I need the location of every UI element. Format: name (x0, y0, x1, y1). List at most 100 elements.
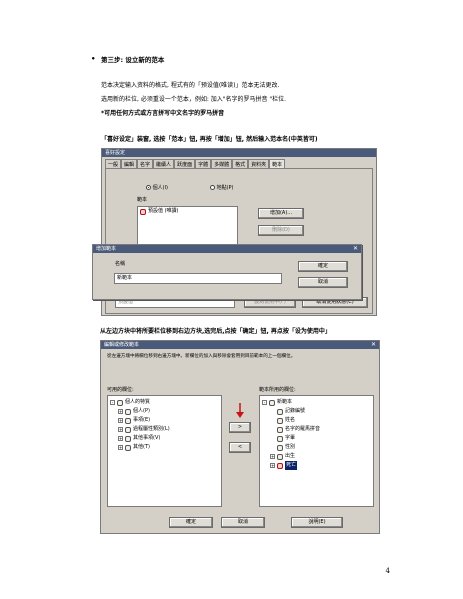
expand-icon[interactable]: + (118, 445, 123, 450)
tab-name[interactable]: 名字 (137, 159, 154, 168)
tab-edit[interactable]: 編輯 (121, 159, 138, 168)
radio-personal-option[interactable]: 個人(I) (146, 184, 168, 191)
radio-personal-label: 個人(I) (152, 185, 168, 191)
add-field-button[interactable]: > (229, 422, 251, 433)
ok-button[interactable]: 確定 (298, 261, 348, 272)
person-icon (125, 408, 131, 415)
page-number: 4 (385, 567, 390, 575)
tree-node-label: 其他(T) (133, 444, 150, 450)
field-icon (277, 444, 283, 451)
tree-node-label: 記錄編號 (285, 408, 306, 414)
expand-icon[interactable]: + (118, 427, 123, 432)
field-icon (277, 435, 283, 442)
tab-font[interactable]: 字體 (195, 159, 212, 168)
person-icon (125, 444, 131, 451)
remove-field-button[interactable]: < (229, 442, 251, 453)
field-icon (277, 426, 283, 433)
tab-general[interactable]: 一般 (105, 159, 122, 168)
tree-node-label: 姓名 (285, 417, 296, 423)
instruction-2: 从左边方块中将所要栏位移到右边方块,选完后,点按「确定」钮, 再点按「设为使用中… (100, 328, 331, 335)
template-item-label: 預設值 (唯讀) (148, 208, 179, 214)
tab-multimedia[interactable]: 多媒體 (211, 159, 233, 168)
radio-personal[interactable] (146, 185, 151, 190)
tree-node[interactable]: + 其他(T) (108, 443, 221, 452)
paragraph-line-2: 选用新的栏位, 必须重设一个范本，例如: 加入"名字的罗马拼音 "栏位. (101, 96, 287, 103)
radio-place-label: 地點(P) (216, 185, 234, 191)
tree-node-label: 其他事項(V) (133, 435, 161, 441)
tree-node[interactable]: + 其他事項(V) (108, 434, 221, 443)
person-icon (140, 208, 146, 215)
field-icon (277, 417, 283, 424)
tree-node-label: 出生 (285, 453, 296, 459)
template-list-item[interactable]: 預設值 (唯讀) (138, 207, 237, 216)
tree-node[interactable]: + 過程屬性類別(L) (108, 425, 221, 434)
tab-folder[interactable]: 資料夾 (248, 159, 270, 168)
radio-place[interactable] (210, 185, 215, 190)
tree-node-label: 事項(E) (133, 417, 151, 423)
preferences-window: 喜好設定 一般 編輯 名字 繼續人 跃度面 字體 多媒體 格式 資料夾 範本 個… (92, 148, 377, 316)
expand-icon[interactable]: + (270, 463, 275, 468)
tree-node-label: 字輩 (285, 435, 296, 441)
tab-template[interactable]: 範本 (269, 159, 286, 168)
tree-node[interactable]: 名字的羅馬拼音 (260, 425, 373, 434)
tree-node[interactable]: 性別 (260, 443, 373, 452)
preferences-titlebar: 喜好設定 (102, 149, 376, 157)
close-icon[interactable]: ✕ (371, 341, 376, 349)
tree-node[interactable]: 記錄編號 (260, 407, 373, 416)
collapse-icon[interactable]: - (110, 400, 115, 405)
tree-node[interactable]: 字輩 (260, 434, 373, 443)
tree-node[interactable]: + 出生 (260, 452, 373, 461)
instruction-1: 「喜好设定」装窗, 选按「范本」钮, 再按「增加」钮, 然后输入范本名(中英皆可… (101, 136, 318, 143)
person-icon (125, 426, 131, 433)
template-name-input[interactable]: 新範本 (114, 273, 282, 284)
person-icon (117, 399, 123, 406)
tree-node[interactable]: - 個人的特質 (108, 398, 221, 407)
person-icon (269, 399, 275, 406)
add-template-button[interactable]: 增加(A)... (258, 208, 304, 219)
tree-node-label: 名字的羅馬拼音 (285, 426, 321, 432)
template-group-label: 範本 (137, 197, 148, 203)
bullet: • (91, 55, 96, 63)
tree-node[interactable]: + 事項(E) (108, 416, 221, 425)
edit-template-window: 編輯或修改範本 ✕ 從左邊方塊中將欄位移到右邊方塊中。新欄位的加入與移除會套用到… (100, 340, 380, 534)
tab-layout[interactable]: 跃度面 (174, 159, 196, 168)
red-arrow-icon (236, 403, 244, 418)
delete-template-button[interactable]: 刪除(D) (258, 225, 304, 236)
collapse-icon[interactable]: - (262, 400, 267, 405)
tab-format[interactable]: 格式 (232, 159, 249, 168)
person-icon (125, 435, 131, 442)
available-fields-tree[interactable]: - 個人的特質 + 個人(P) + 事項(E) + 過程屬性類別(L) + 其他事項(V)… (107, 395, 222, 507)
ok-button[interactable]: 確定 (169, 517, 213, 528)
template-fields-label: 範本所用的欄位: (259, 387, 296, 393)
tree-node-label: 個人(P) (133, 408, 150, 414)
field-icon (277, 453, 283, 460)
add-template-dialog: 增加範本 ✕ 名稱 新範本 確定 取消 (92, 244, 362, 300)
tree-node-label: 過程屬性類別(L) (133, 426, 170, 432)
cancel-button[interactable]: 取消 (221, 517, 265, 528)
radio-place-option[interactable]: 地點(P) (210, 184, 234, 191)
tree-node[interactable]: - 新範本 (260, 398, 373, 407)
add-template-titlebar: 增加範本 ✕ (93, 245, 361, 253)
tree-node[interactable]: 姓名 (260, 416, 373, 425)
tree-node-selected[interactable]: + 死亡 (260, 461, 373, 470)
available-fields-label: 可用的欄位: (107, 387, 134, 393)
preferences-tabs: 一般 編輯 名字 繼續人 跃度面 字體 多媒體 格式 資料夾 範本 (105, 159, 376, 168)
cancel-button[interactable]: 取消 (298, 277, 348, 288)
expand-icon[interactable]: + (118, 418, 123, 423)
tab-heir[interactable]: 繼續人 (153, 159, 175, 168)
tree-node-label: 新範本 (277, 399, 293, 405)
close-icon[interactable]: ✕ (353, 245, 358, 253)
expand-icon[interactable]: + (118, 436, 123, 441)
expand-icon[interactable]: + (118, 409, 123, 414)
tree-node-label: 個人的特質 (125, 399, 151, 405)
help-button[interactable]: 說明(E) (291, 517, 343, 528)
tree-node[interactable]: + 個人(P) (108, 407, 221, 416)
edit-template-titlebar: 編輯或修改範本 ✕ (101, 341, 379, 349)
edit-instruction: 從左邊方塊中將欄位移到右邊方塊中。新欄位的加入與移除會套用到目前範本的上一個欄位… (107, 354, 296, 359)
edit-template-title: 編輯或修改範本 (104, 342, 140, 348)
expand-icon[interactable]: + (270, 454, 275, 459)
template-fields-tree[interactable]: - 新範本 記錄編號 姓名 名字的羅馬拼音 字輩 性別 + 出生 + 死亡 (259, 395, 374, 507)
add-template-title: 增加範本 (96, 246, 117, 252)
field-icon (277, 408, 283, 415)
step-title: 第三步: 设立新的范本 (101, 56, 165, 64)
